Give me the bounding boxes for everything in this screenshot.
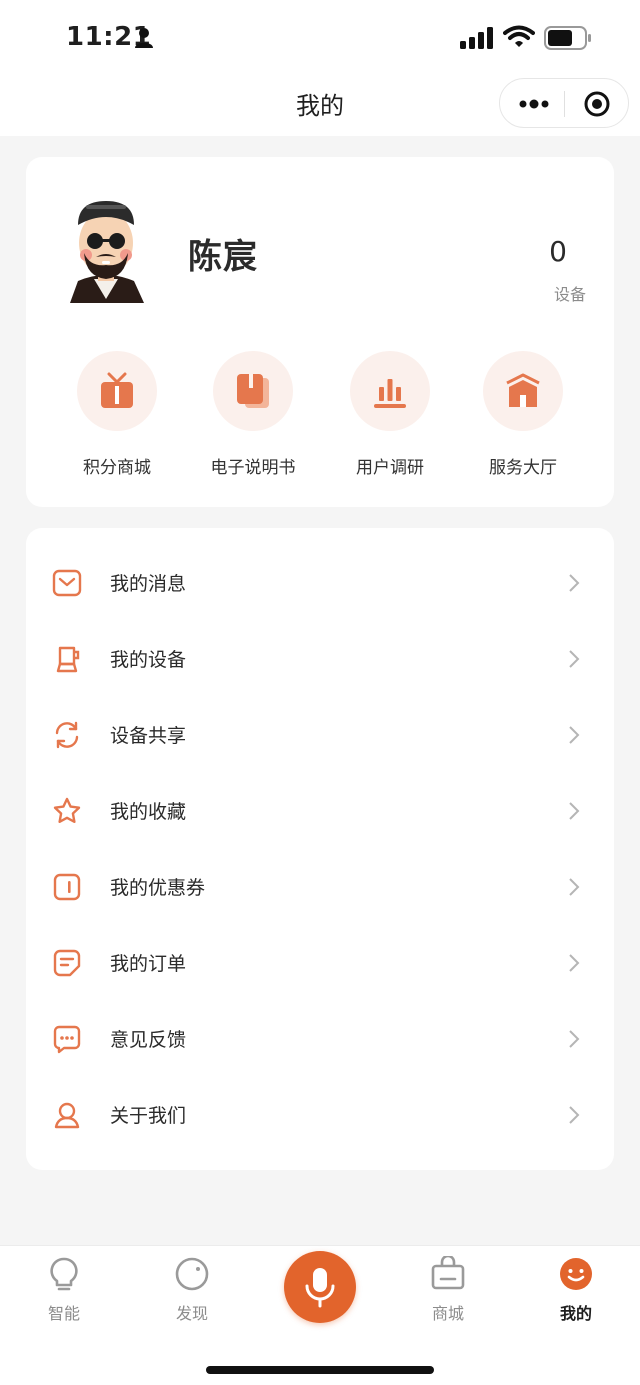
tab-mine[interactable]: 我的 [536, 1256, 616, 1324]
menu-item-label: 我的设备 [110, 649, 187, 671]
about-icon [54, 1102, 80, 1129]
avatar[interactable] [64, 195, 148, 305]
order-icon [53, 949, 81, 977]
quick-action-label: 服务大厅 [489, 458, 557, 478]
chevron-right-icon [569, 1030, 580, 1048]
wifi-icon [503, 25, 535, 47]
message-icon [52, 569, 82, 597]
chevron-right-icon [569, 802, 580, 820]
feedback-icon [53, 1025, 81, 1054]
menu-item-label: 意见反馈 [110, 1029, 187, 1051]
chevron-right-icon [569, 650, 580, 668]
signal-icon [460, 27, 493, 49]
tab-label: 商城 [431, 1304, 464, 1323]
menu-item-coupons[interactable]: 我的优惠券 [26, 849, 614, 925]
quick-action-label: 用户调研 [356, 458, 424, 478]
menu-item-messages[interactable]: 我的消息 [26, 545, 614, 621]
quick-action-icon-bg [483, 351, 563, 431]
manual-icon [237, 374, 269, 408]
battery-icon [544, 26, 591, 50]
page: 11:21 我的 陈宸 0 设备 积分商城 电子说明书 用户调研 服务大厅 我的… [0, 0, 640, 1385]
menu-item-label: 我的消息 [110, 573, 187, 595]
chevron-right-icon [569, 878, 580, 896]
close-target-icon[interactable] [583, 90, 611, 118]
device-icon [56, 646, 80, 673]
tab-label: 我的 [559, 1304, 592, 1323]
star-icon [53, 797, 81, 823]
menu-item-label: 我的优惠券 [110, 877, 206, 899]
tab-label: 智能 [47, 1304, 80, 1323]
home-indicator [206, 1366, 434, 1374]
quick-action-manual[interactable]: 电子说明书 [193, 351, 313, 478]
smile-icon [560, 1258, 592, 1290]
bulb-icon [50, 1257, 78, 1291]
chevron-right-icon [569, 574, 580, 592]
person-icon [135, 28, 153, 48]
voice-button[interactable] [284, 1251, 356, 1323]
menu-item-label: 关于我们 [110, 1105, 187, 1127]
quick-action-points-mall[interactable]: 积分商城 [57, 351, 177, 478]
survey-chart-icon [374, 379, 406, 408]
user-name: 陈宸 [188, 237, 258, 277]
menu-item-feedback[interactable]: 意见反馈 [26, 1001, 614, 1077]
quick-action-icon-bg [213, 351, 293, 431]
capsule-divider [564, 91, 565, 117]
chevron-right-icon [569, 726, 580, 744]
quick-action-label: 电子说明书 [210, 458, 296, 478]
nav-bar: 我的 [0, 72, 640, 136]
quick-action-icon-bg [77, 351, 157, 431]
mic-icon [305, 1268, 335, 1308]
mini-program-capsule [499, 78, 629, 128]
share-refresh-icon [55, 721, 79, 749]
shop-bag-icon [431, 1256, 465, 1290]
menu-item-orders[interactable]: 我的订单 [26, 925, 614, 1001]
menu-item-label: 我的订单 [110, 953, 187, 975]
tab-bar: 智能 发现 商城 我的 [0, 1245, 640, 1385]
quick-action-survey[interactable]: 用户调研 [330, 351, 450, 478]
chevron-right-icon [569, 1106, 580, 1124]
coupon-icon [53, 873, 81, 901]
tab-label: 发现 [175, 1304, 208, 1323]
device-count-label: 设备 [553, 285, 586, 304]
menu-item-label: 我的收藏 [110, 801, 187, 823]
menu-item-about-us[interactable]: 关于我们 [26, 1077, 614, 1153]
service-hall-icon [506, 373, 540, 407]
quick-action-label: 积分商城 [83, 458, 151, 478]
quick-action-icon-bg [350, 351, 430, 431]
device-count[interactable]: 0 [538, 235, 578, 268]
menu-item-label: 设备共享 [110, 725, 187, 747]
tab-smart[interactable]: 智能 [24, 1256, 104, 1324]
menu-card: 我的消息 我的设备 设备共享 我的收藏 我的优惠券 我的订单 意见反馈 关于我们 [26, 528, 614, 1170]
tab-shop[interactable]: 商城 [408, 1256, 488, 1324]
profile-card: 陈宸 0 设备 积分商城 电子说明书 用户调研 服务大厅 [26, 157, 614, 507]
gift-icon [101, 372, 133, 408]
tab-discover[interactable]: 发现 [152, 1256, 232, 1324]
quick-action-service-hall[interactable]: 服务大厅 [463, 351, 583, 478]
more-icon[interactable] [518, 94, 550, 114]
menu-item-devices[interactable]: 我的设备 [26, 621, 614, 697]
discover-icon [175, 1257, 209, 1291]
chevron-right-icon [569, 954, 580, 972]
menu-item-favorites[interactable]: 我的收藏 [26, 773, 614, 849]
status-bar: 11:21 [0, 0, 640, 72]
menu-item-device-sharing[interactable]: 设备共享 [26, 697, 614, 773]
